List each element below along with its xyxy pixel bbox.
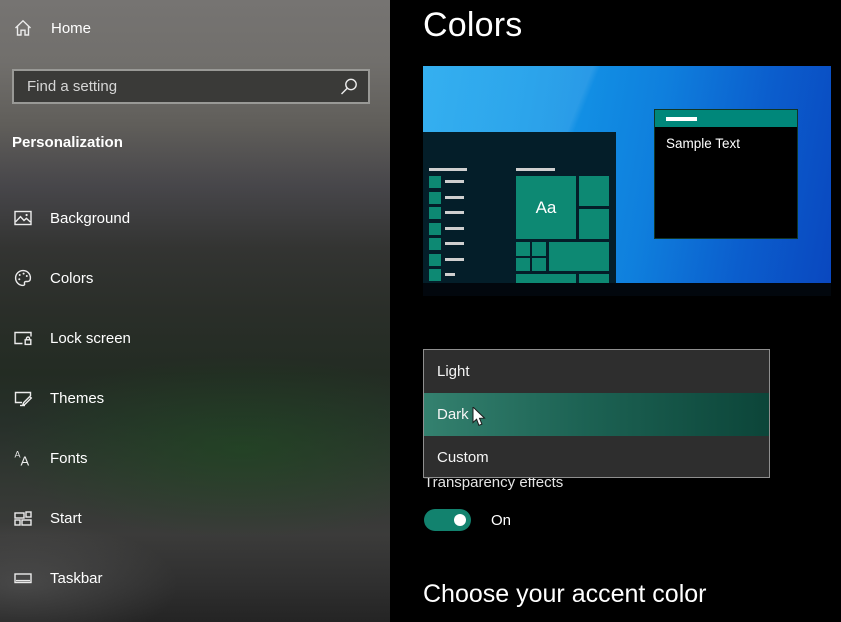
content-pane: Colors Aa xyxy=(390,0,841,622)
sidebar-item-home[interactable]: Home xyxy=(13,14,373,42)
menu-line xyxy=(445,273,455,276)
start-tiles-icon xyxy=(13,508,33,528)
toggle-state-label: On xyxy=(491,512,511,529)
sidebar-item-label: Background xyxy=(50,210,130,227)
preview-tile xyxy=(516,258,530,271)
sidebar: Home Personalization Background xyxy=(0,0,390,622)
menu-line xyxy=(445,180,464,183)
menu-app-square xyxy=(429,223,441,235)
dropdown-option-light[interactable]: Light xyxy=(424,350,769,393)
search-box[interactable] xyxy=(12,69,370,104)
menu-app-square xyxy=(429,207,441,219)
menu-line xyxy=(445,211,464,214)
menu-header-bar xyxy=(429,168,467,171)
preview-window-title-dash xyxy=(666,117,697,121)
sidebar-item-taskbar[interactable]: Taskbar xyxy=(0,548,390,608)
sidebar-item-lock-screen[interactable]: Lock screen xyxy=(0,308,390,368)
accent-color-heading: Choose your accent color xyxy=(423,580,706,609)
sidebar-home-label: Home xyxy=(51,20,91,37)
preview-tile xyxy=(579,274,609,283)
tiles-header-bar xyxy=(516,168,555,171)
sidebar-item-label: Start xyxy=(50,510,82,527)
preview-tile xyxy=(579,176,609,206)
svg-text:A: A xyxy=(21,454,30,469)
menu-line xyxy=(445,242,464,245)
preview-tile xyxy=(516,274,576,283)
preview-large-tile: Aa xyxy=(516,176,576,239)
sidebar-item-fonts[interactable]: A A Fonts xyxy=(0,428,390,488)
dropdown-option-dark[interactable]: Dark xyxy=(424,393,769,436)
preview-window-titlebar xyxy=(655,110,797,127)
sidebar-nav: Background Colors Lock screen xyxy=(0,188,390,608)
menu-app-square xyxy=(429,192,441,204)
menu-line xyxy=(445,196,464,199)
preview-start-menu: Aa xyxy=(423,132,616,283)
lock-screen-icon xyxy=(13,328,33,348)
dropdown-option-dark-label: Dark xyxy=(437,406,469,423)
menu-app-square xyxy=(429,238,441,250)
taskbar-icon xyxy=(13,568,33,588)
image-icon xyxy=(13,208,33,228)
sidebar-item-label: Colors xyxy=(50,270,93,287)
search-input[interactable] xyxy=(14,71,338,102)
sidebar-item-background[interactable]: Background xyxy=(0,188,390,248)
menu-line xyxy=(445,258,464,261)
preview-sample-text: Sample Text xyxy=(666,136,740,151)
settings-window: Home Personalization Background xyxy=(0,0,841,622)
transparency-toggle-row: On xyxy=(424,509,511,531)
preview-tile xyxy=(532,242,546,256)
color-mode-dropdown: Light Dark Custom xyxy=(423,349,770,478)
menu-line xyxy=(445,227,464,230)
fonts-icon: A A xyxy=(13,448,33,468)
mouse-cursor-icon xyxy=(472,407,486,428)
preview-tile xyxy=(549,242,609,271)
sidebar-section-title: Personalization xyxy=(12,134,123,151)
theme-preview: Aa Sample Text xyxy=(423,66,831,296)
sidebar-item-label: Themes xyxy=(50,390,104,407)
themes-icon xyxy=(13,388,33,408)
sidebar-item-start[interactable]: Start xyxy=(0,488,390,548)
palette-icon xyxy=(13,268,33,288)
sidebar-item-label: Lock screen xyxy=(50,330,131,347)
menu-app-square xyxy=(429,176,441,188)
transparency-toggle[interactable] xyxy=(424,509,471,531)
home-icon xyxy=(13,18,33,38)
preview-tile xyxy=(579,209,609,239)
menu-app-square xyxy=(429,269,441,281)
toggle-knob xyxy=(454,514,466,526)
dropdown-option-custom[interactable]: Custom xyxy=(424,436,769,479)
page-title: Colors xyxy=(423,6,522,45)
preview-sample-window: Sample Text xyxy=(654,109,798,239)
preview-tile xyxy=(532,258,546,271)
sidebar-item-label: Fonts xyxy=(50,450,88,467)
sidebar-item-label: Taskbar xyxy=(50,570,103,587)
search-icon[interactable] xyxy=(338,76,360,98)
menu-app-square xyxy=(429,254,441,266)
sidebar-item-themes[interactable]: Themes xyxy=(0,368,390,428)
preview-taskbar xyxy=(423,283,831,296)
sidebar-item-colors[interactable]: Colors xyxy=(0,248,390,308)
preview-tile xyxy=(516,242,530,256)
